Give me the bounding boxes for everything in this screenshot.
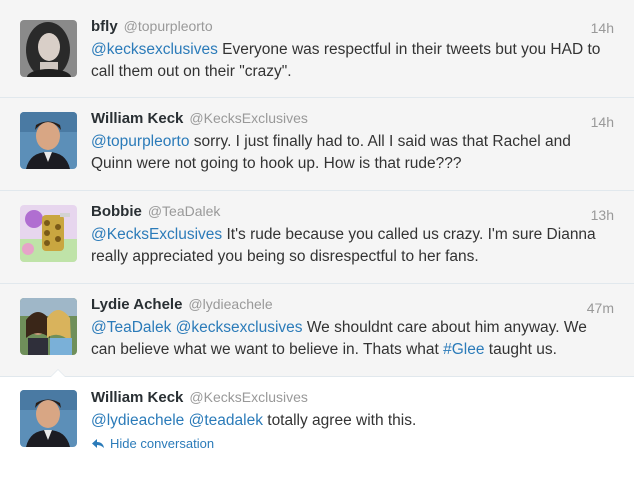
tweet-item[interactable]: Lydie Achele @lydieachele 47m @TeaDalek @… (0, 284, 634, 377)
author-name[interactable]: Bobbie (91, 203, 142, 220)
mention-link[interactable]: @lydieachele (91, 412, 184, 429)
cartoon-dalek-icon (20, 205, 77, 262)
author-handle[interactable]: @KecksExclusives (189, 389, 307, 405)
tweet-text: @lydieachele @teadalek totally agree wit… (91, 410, 616, 432)
tweet-timestamp[interactable]: 14h (591, 20, 614, 36)
author-handle[interactable]: @KecksExclusives (189, 110, 307, 126)
tweet-item[interactable]: bfly @topurpleorto 14h @kecksexclusives E… (0, 0, 634, 98)
user-avatar[interactable] (20, 205, 77, 262)
tweet-header: Bobbie @TeaDalek (91, 203, 220, 223)
mention-link[interactable]: @teadalek (189, 412, 263, 429)
hide-conversation-label[interactable]: Hide conversation (110, 436, 214, 451)
man-portrait-icon (20, 112, 77, 169)
tweet-text-segment: taught us. (484, 341, 557, 358)
hide-conversation-link[interactable]: Hide conversation (91, 436, 214, 451)
tweet-header: Lydie Achele @lydieachele (91, 296, 273, 316)
tweet-text: @kecksexclusives Everyone was respectful… (91, 39, 616, 83)
conversation-timeline: bfly @topurpleorto 14h @kecksexclusives E… (0, 0, 634, 479)
tweet-item[interactable]: William Keck @KecksExclusives 14h @topurp… (0, 98, 634, 191)
user-avatar[interactable] (20, 112, 77, 169)
tweet-text: @TeaDalek @kecksexclusives We shouldnt c… (91, 317, 616, 361)
mention-link[interactable]: @kecksexclusives (91, 41, 218, 58)
focused-tweet[interactable]: William Keck @KecksExclusives @lydieachel… (0, 377, 634, 479)
tweet-header: William Keck @KecksExclusives (91, 110, 308, 130)
mention-link[interactable]: @topurpleorto (91, 133, 189, 150)
author-handle[interactable]: @lydieachele (188, 296, 272, 312)
tweet-header: bfly @topurpleorto (91, 18, 213, 38)
tweet-text-segment: totally agree with this. (262, 412, 417, 429)
user-avatar[interactable] (20, 390, 77, 447)
tweet-timestamp[interactable]: 47m (587, 300, 614, 316)
tweet-header: William Keck @KecksExclusives (91, 389, 308, 409)
author-name[interactable]: William Keck (91, 110, 183, 127)
mention-link[interactable]: @TeaDalek (91, 319, 171, 336)
woman-portrait-icon (20, 20, 77, 77)
author-name[interactable]: William Keck (91, 389, 183, 406)
man-portrait-icon (20, 390, 77, 447)
hashtag-link[interactable]: #Glee (443, 341, 484, 358)
user-avatar[interactable] (20, 20, 77, 77)
author-handle[interactable]: @topurpleorto (124, 18, 213, 34)
author-name[interactable]: Lydie Achele (91, 296, 182, 313)
two-women-photo-icon (20, 298, 77, 355)
mention-link[interactable]: @kecksexclusives (176, 319, 303, 336)
tweet-timestamp[interactable]: 13h (591, 207, 614, 223)
tweet-timestamp[interactable]: 14h (591, 114, 614, 130)
tweet-text: @topurpleorto sorry. I just finally had … (91, 131, 616, 175)
mention-link[interactable]: @KecksExclusives (91, 226, 222, 243)
author-handle[interactable]: @TeaDalek (148, 203, 221, 219)
reply-arrow-icon (92, 438, 104, 448)
author-name[interactable]: bfly (91, 18, 118, 35)
tweet-item[interactable]: Bobbie @TeaDalek 13h @KecksExclusives It'… (0, 191, 634, 284)
tweet-text: @KecksExclusives It's rude because you c… (91, 224, 616, 268)
user-avatar[interactable] (20, 298, 77, 355)
